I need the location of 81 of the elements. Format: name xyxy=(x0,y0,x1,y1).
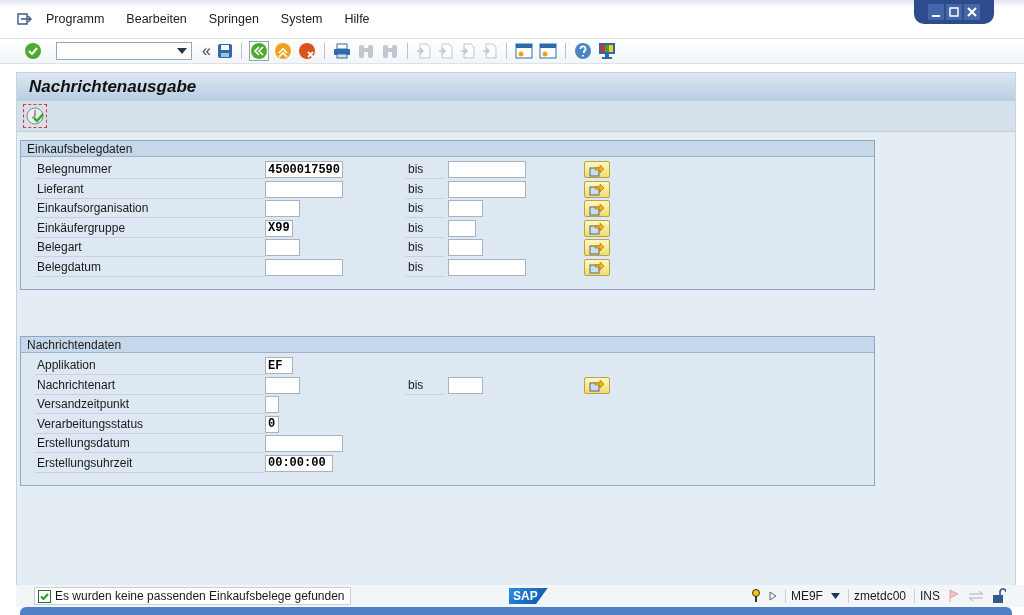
connection-icon xyxy=(968,590,984,602)
window-icon[interactable] xyxy=(514,43,533,59)
input-field[interactable] xyxy=(448,200,483,218)
input-field[interactable] xyxy=(448,376,483,394)
key-icon xyxy=(750,589,761,603)
group-title: Nachrichtendaten xyxy=(27,337,122,352)
group-title: Einkaufsbelegdaten xyxy=(27,141,133,156)
input-field[interactable]: 0 xyxy=(265,415,279,433)
message-text: Es wurden keine passenden Einkaufsbelege gefunden xyxy=(55,589,345,603)
field-label: bis xyxy=(405,179,444,199)
field-label: Erstellungsuhrzeit xyxy=(35,453,265,473)
field-label: Lieferant xyxy=(35,179,265,199)
back-icon[interactable] xyxy=(249,42,268,60)
multiple-selection-button[interactable] xyxy=(584,161,610,179)
input-field[interactable] xyxy=(265,396,279,414)
triangle-icon[interactable] xyxy=(768,591,777,601)
input-field[interactable] xyxy=(448,239,483,257)
multiple-selection-button[interactable] xyxy=(584,180,610,198)
help-icon[interactable] xyxy=(573,42,592,60)
multiple-selection-button[interactable] xyxy=(584,258,610,276)
transaction-code: ME9F xyxy=(784,589,823,603)
field-label: Verarbeitungsstatus xyxy=(35,414,265,434)
multiple-selection-button[interactable] xyxy=(584,200,610,218)
multiple-selection-button[interactable] xyxy=(584,239,610,257)
field-label: Versandzeitpunkt xyxy=(35,395,265,415)
input-field[interactable] xyxy=(265,435,343,453)
field-label: Belegart xyxy=(35,238,265,258)
lock-icon[interactable] xyxy=(992,588,1006,604)
input-field[interactable]: 00:00:00 xyxy=(265,454,333,472)
flag-icon xyxy=(948,589,960,603)
field-label: Nachrichtenart xyxy=(35,375,265,395)
field-label: Einkäufergruppe xyxy=(35,218,265,238)
exit-icon[interactable] xyxy=(273,42,292,60)
field-label: bis xyxy=(405,238,444,258)
input-field[interactable] xyxy=(448,258,526,276)
window-icon[interactable] xyxy=(538,43,557,59)
input-field[interactable] xyxy=(265,258,343,276)
input-field[interactable] xyxy=(448,180,526,198)
input-field[interactable] xyxy=(265,180,343,198)
input-field[interactable]: X99 xyxy=(265,219,293,237)
input-field[interactable] xyxy=(448,219,476,237)
print-icon[interactable] xyxy=(332,43,351,59)
multiple-selection-button[interactable] xyxy=(584,219,610,237)
command-field[interactable] xyxy=(56,42,192,60)
field-label: Einkaufsorganisation xyxy=(35,199,265,219)
input-field[interactable] xyxy=(265,239,300,257)
menu-item[interactable]: Programm xyxy=(46,12,105,26)
input-field[interactable] xyxy=(448,161,526,179)
input-field[interactable]: EF xyxy=(265,357,293,375)
execute-button[interactable] xyxy=(23,104,47,128)
field-label: bis xyxy=(405,199,444,219)
field-label: Erstellungsdatum xyxy=(35,434,265,454)
field-label: Belegnummer xyxy=(35,160,265,180)
maximize-button[interactable] xyxy=(946,4,962,20)
field-label: bis xyxy=(405,160,444,180)
minimize-button[interactable] xyxy=(928,4,944,20)
dropdown-icon[interactable] xyxy=(830,593,840,599)
server-name: zmetdc00 xyxy=(847,589,906,603)
checkmark-icon[interactable] xyxy=(24,42,42,60)
menu-item[interactable]: Hilfe xyxy=(344,12,370,26)
input-mode: INS xyxy=(914,589,940,603)
close-button[interactable] xyxy=(964,4,980,20)
cancel-icon[interactable] xyxy=(297,42,316,60)
monitor-icon[interactable] xyxy=(597,42,616,60)
save-icon[interactable] xyxy=(216,43,233,59)
screen-title: Nachrichtenausgabe xyxy=(29,77,197,97)
dropdown-icon[interactable] xyxy=(177,48,187,54)
menu-item[interactable]: System xyxy=(280,12,323,26)
field-label: Belegdatum xyxy=(35,257,265,277)
field-label: bis xyxy=(405,375,444,395)
menu-item[interactable]: Bearbeiten xyxy=(126,12,187,26)
field-label: bis xyxy=(405,218,444,238)
field-label: bis xyxy=(405,257,444,277)
input-field[interactable] xyxy=(265,376,300,394)
field-label: Applikation xyxy=(35,356,265,376)
input-field[interactable] xyxy=(265,200,300,218)
input-field[interactable]: 4500017590 xyxy=(265,161,343,179)
sap-logo: SAP xyxy=(509,588,548,604)
multiple-selection-button[interactable] xyxy=(584,376,610,394)
collapse-button[interactable]: « xyxy=(202,43,211,59)
menu-item[interactable]: Springen xyxy=(208,12,259,26)
